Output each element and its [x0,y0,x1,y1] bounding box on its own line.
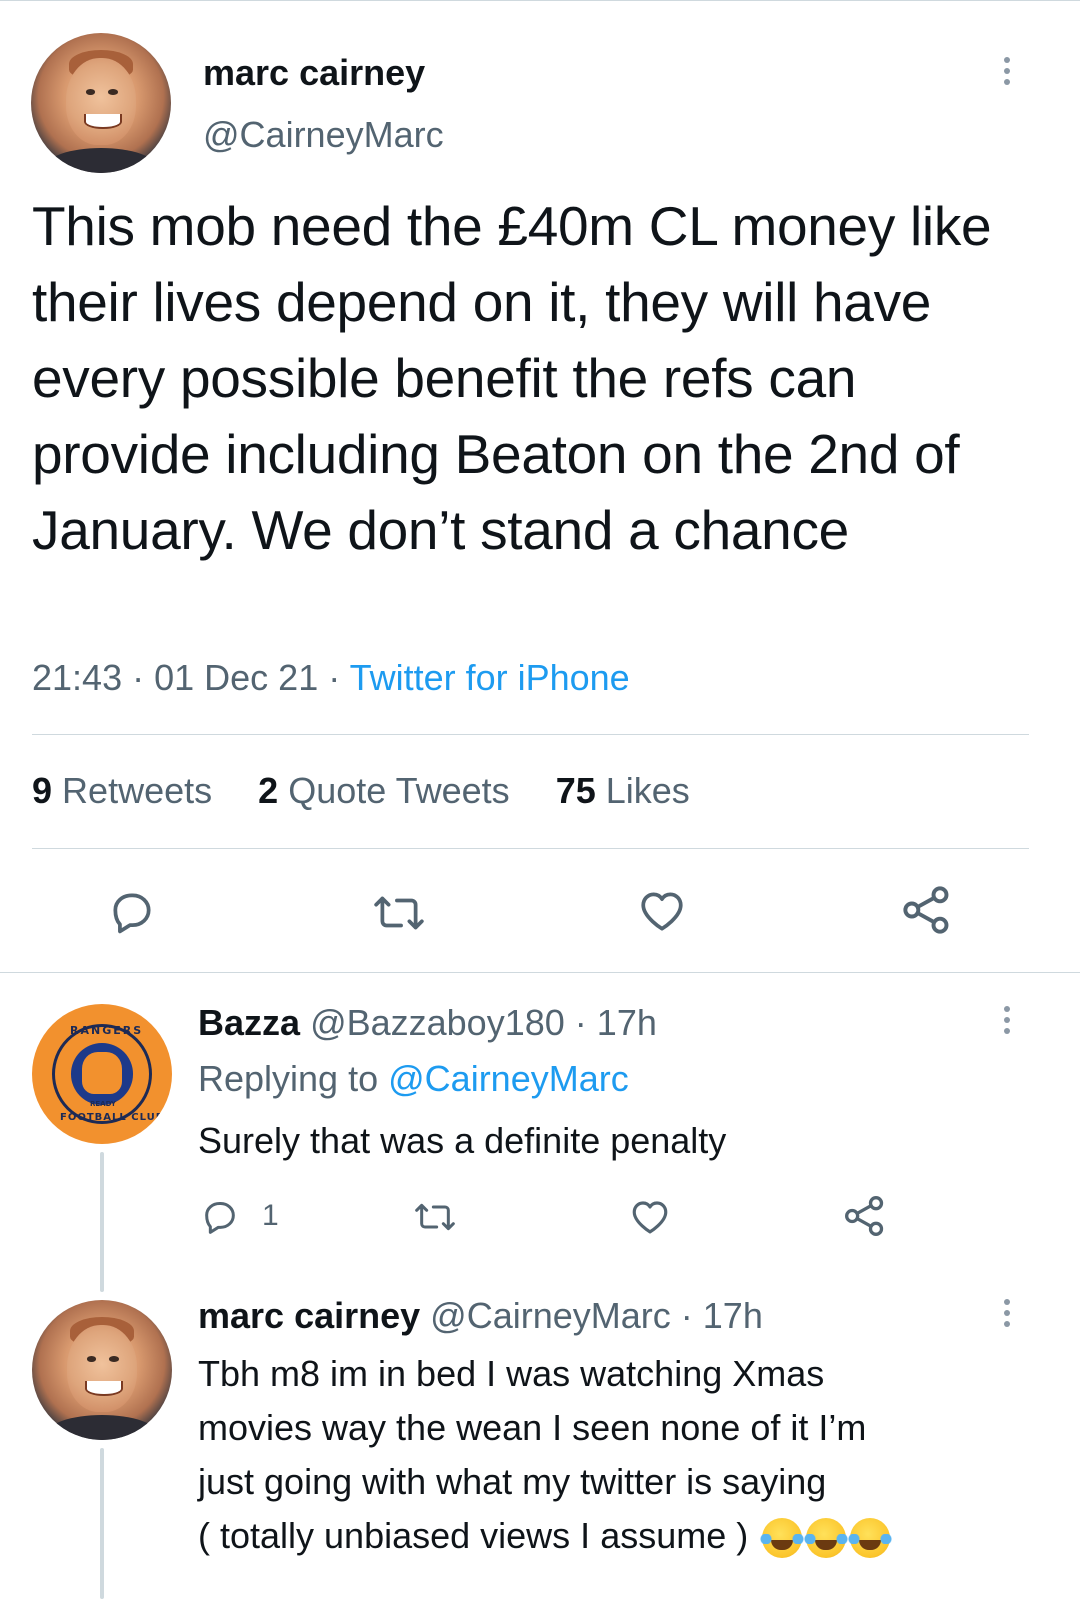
thread-line [100,1152,104,1292]
avatar-text-ready: READY [90,1100,116,1108]
reply-icon[interactable] [107,886,157,936]
reply-count: 1 [262,1199,279,1232]
reply-display-name[interactable]: Bazza [198,1002,300,1043]
divider [32,848,1029,849]
quote-tweets-stat[interactable]: 2 Quote Tweets [258,770,510,811]
replying-to-link[interactable]: @CairneyMarc [388,1058,629,1099]
bazza-avatar[interactable]: RANGERS FOOTBALL CLUB READY [32,1004,172,1144]
reply-text: Tbh m8 im in bed I was watching Xmas mov… [198,1347,895,1563]
reply-header: marc cairney @CairneyMarc · 17h [198,1295,763,1336]
author-display-name[interactable]: marc cairney [203,52,425,94]
like-icon[interactable] [636,886,688,936]
tweet-time[interactable]: 21:43 [32,657,122,698]
share-icon[interactable] [843,1194,887,1238]
tweet-meta: 21:43 · 01 Dec 21 · Twitter for iPhone [32,657,630,698]
reply-text-line-last: ( totally unbiased views I assume ) [198,1509,895,1563]
replying-to: Replying to @CairneyMarc [198,1058,629,1099]
tweet-source[interactable]: Twitter for iPhone [350,657,630,698]
share-icon[interactable] [901,884,953,936]
tears-of-joy-emoji [846,1518,895,1559]
likes-stat[interactable]: 75 Likes [556,770,690,811]
thread-line [100,1448,104,1599]
reply-text-line: movies way the wean I seen none of it I’… [198,1407,867,1448]
reply-handle[interactable]: @CairneyMarc [430,1295,671,1336]
retweets-stat[interactable]: 9 Retweets [32,770,212,811]
retweet-icon[interactable] [372,888,426,938]
reply-icon[interactable] [200,1196,240,1236]
divider [0,972,1080,973]
more-options-icon[interactable] [1003,57,1011,90]
author-handle[interactable]: @CairneyMarc [203,114,444,156]
more-options-icon[interactable] [1003,1299,1011,1332]
retweet-icon[interactable] [413,1197,457,1237]
tears-of-joy-emoji [802,1518,851,1559]
reply-handle[interactable]: @Bazzaboy180 [310,1002,565,1043]
avatar-text-top: RANGERS [70,1024,144,1037]
tweet-date[interactable]: 01 Dec 21 [154,657,318,698]
divider [32,734,1029,735]
avatar-text-bottom: FOOTBALL CLUB [60,1112,165,1123]
reply-text: Surely that was a definite penalty [198,1120,727,1161]
reply-text-line: just going with what my twitter is sayin… [198,1461,827,1502]
reply-header: Bazza @Bazzaboy180 · 17h [198,1002,657,1043]
reply-button[interactable]: 1 [200,1196,279,1236]
reply-text-line: Tbh m8 im in bed I was watching Xmas [198,1353,825,1394]
like-icon[interactable] [629,1196,671,1238]
reply-age[interactable]: 17h [597,1002,657,1043]
tweet-text: This mob need the £40m CL money like the… [32,195,992,561]
reply-display-name[interactable]: marc cairney [198,1295,420,1336]
author-avatar[interactable] [31,33,171,173]
more-options-icon[interactable] [1003,1006,1011,1039]
reply-age[interactable]: 17h [703,1295,763,1336]
tweet-stats: 9 Retweets 2 Quote Tweets 75 Likes [32,770,690,812]
top-border [0,0,1080,1]
reply-author-avatar[interactable] [32,1300,172,1440]
tears-of-joy-emoji [758,1518,807,1559]
